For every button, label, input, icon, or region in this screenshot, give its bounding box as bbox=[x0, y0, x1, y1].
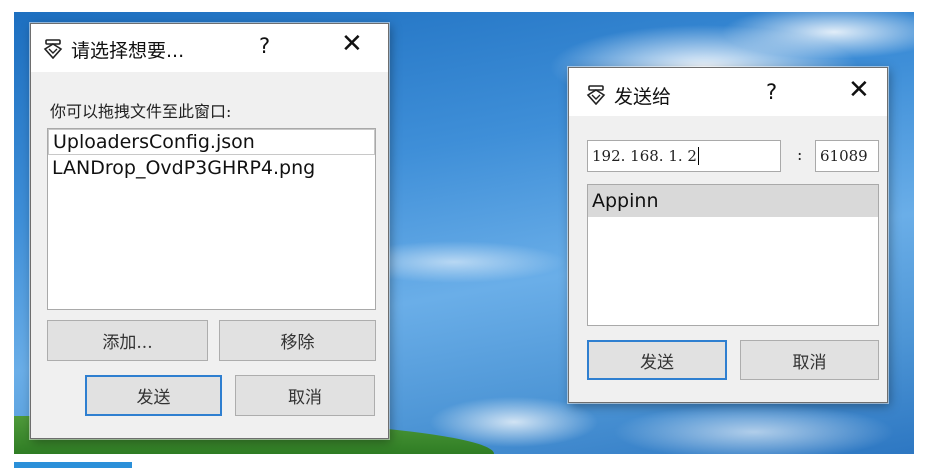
remove-file-button[interactable]: 移除 bbox=[219, 320, 376, 361]
send-button[interactable]: 发送 bbox=[85, 375, 222, 416]
file-list-item[interactable]: UploadersConfig.json bbox=[48, 129, 375, 155]
device-list[interactable]: Appinn bbox=[587, 184, 879, 326]
text-caret bbox=[697, 147, 699, 165]
send-button[interactable]: 发送 bbox=[587, 340, 727, 380]
cancel-button[interactable]: 取消 bbox=[235, 375, 375, 416]
cancel-button[interactable]: 取消 bbox=[740, 340, 879, 380]
screenshot-stage: 请选择想要... ? ✕ 你可以拖拽文件至此窗口: UploadersConfi… bbox=[0, 0, 925, 472]
send-to-title: 发送给 bbox=[614, 86, 672, 108]
send-to-dialog: 发送给 ? ✕ 192. 168. 1. 2 : 61089 Appinn 发送… bbox=[568, 67, 888, 403]
device-list-item[interactable]: Appinn bbox=[588, 185, 878, 217]
port-value: 61089 bbox=[820, 147, 868, 165]
send-to-titlebar: 发送给 ? ✕ bbox=[569, 68, 887, 116]
ip-port-separator: : bbox=[797, 145, 803, 164]
landrop-app-icon bbox=[586, 85, 606, 106]
close-icon[interactable]: ✕ bbox=[848, 77, 870, 103]
file-list[interactable]: UploadersConfig.json LANDrop_OvdP3GHRP4.… bbox=[47, 128, 376, 310]
landrop-app-icon bbox=[43, 39, 63, 60]
select-files-dialog: 请选择想要... ? ✕ 你可以拖拽文件至此窗口: UploadersConfi… bbox=[30, 23, 389, 439]
ip-address-input[interactable]: 192. 168. 1. 2 bbox=[587, 140, 781, 172]
select-files-titlebar: 请选择想要... ? ✕ bbox=[31, 24, 388, 72]
help-icon[interactable]: ? bbox=[766, 80, 777, 104]
port-input[interactable]: 61089 bbox=[815, 140, 879, 172]
help-icon[interactable]: ? bbox=[259, 34, 270, 58]
taskbar-highlight bbox=[14, 462, 132, 468]
add-files-button[interactable]: 添加... bbox=[47, 320, 208, 361]
select-files-title: 请选择想要... bbox=[71, 40, 185, 62]
drag-instruction-label: 你可以拖拽文件至此窗口: bbox=[50, 102, 232, 121]
ip-address-value: 192. 168. 1. 2 bbox=[592, 147, 697, 165]
close-icon[interactable]: ✕ bbox=[341, 31, 363, 57]
file-list-item[interactable]: LANDrop_OvdP3GHRP4.png bbox=[48, 155, 375, 181]
